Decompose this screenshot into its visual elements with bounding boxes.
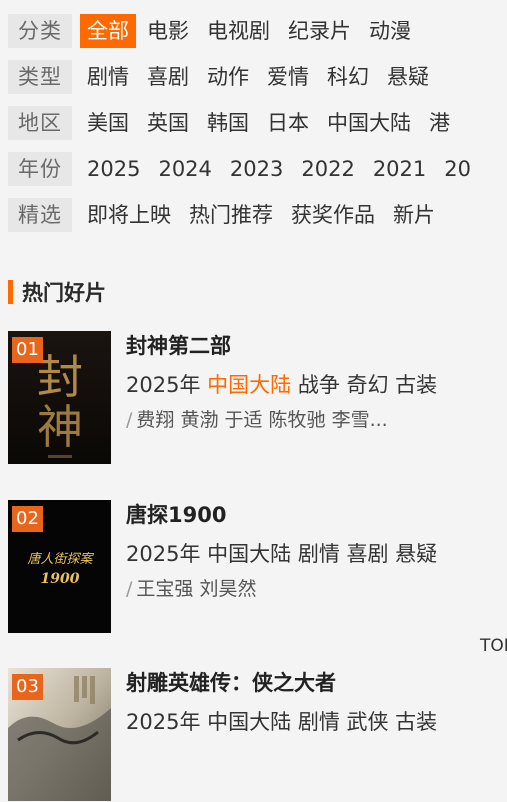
filter-option-mystery[interactable]: 悬疑 — [380, 60, 436, 94]
section-accent-bar — [8, 280, 13, 304]
movie-cast-names: 王宝强 刘昊然 — [136, 578, 257, 600]
movie-region[interactable]: 中国大陆 — [207, 710, 291, 734]
movie-info: 唐探1900 2025年 中国大陆 剧情 喜剧 悬疑 / 王宝强 刘昊然 — [126, 500, 507, 604]
filter-option-movie[interactable]: 电影 — [140, 14, 196, 48]
poster-title-char: 神 — [37, 400, 83, 454]
filter-options: 全部 电影 电视剧 纪录片 动漫 — [80, 14, 422, 48]
back-to-top-link[interactable]: TOP — [480, 636, 507, 656]
movie-meta: 2025年 中国大陆 剧情 喜剧 悬疑 — [126, 536, 507, 572]
movie-item[interactable]: 封 神 01 封神第二部 2025年 中国大陆 战争 奇幻 古装 / 费翔 黄渤 … — [8, 331, 507, 465]
movie-cast: / 费翔 黄渤 于适 陈牧驰 李雪... — [126, 409, 388, 431]
movie-title[interactable]: 封神第二部 — [126, 331, 507, 361]
rank-badge: 02 — [12, 506, 43, 532]
movie-meta: 2025年 中国大陆 战争 奇幻 古装 — [126, 367, 507, 403]
movie-title[interactable]: 唐探1900 — [126, 500, 507, 530]
poster-title-text: 1900 — [41, 571, 80, 587]
filter-option-japan[interactable]: 日本 — [260, 106, 316, 140]
filter-options: 2025 2024 2023 2022 2021 20 — [80, 152, 482, 186]
rank-badge: 01 — [12, 337, 43, 363]
filter-option-2022[interactable]: 2022 — [294, 152, 361, 186]
movie-poster[interactable]: 03 — [8, 668, 111, 801]
filter-options: 即将上映 热门推荐 获奖作品 新片 — [80, 198, 446, 232]
movie-info: 封神第二部 2025年 中国大陆 战争 奇幻 古装 / 费翔 黄渤 于适 陈牧驰 … — [126, 331, 507, 435]
movie-poster[interactable]: 唐人街探案 1900 02 — [8, 500, 111, 633]
filter-option-2020[interactable]: 20 — [437, 152, 478, 186]
movie-item[interactable]: 唐人街探案 1900 02 唐探1900 2025年 中国大陆 剧情 喜剧 悬疑… — [8, 500, 507, 634]
poster-title-text: 唐人街探案 — [27, 551, 94, 567]
movie-item[interactable]: 03 射雕英雄传：侠之大者 2025年 中国大陆 剧情 武侠 古装 — [8, 668, 507, 802]
filter-row-featured: 精选 即将上映 热门推荐 获奖作品 新片 — [0, 196, 507, 242]
filter-option-uk[interactable]: 英国 — [140, 106, 196, 140]
movie-cast: / 王宝强 刘昊然 — [126, 578, 257, 600]
movie-poster[interactable]: 封 神 01 — [8, 331, 111, 464]
section-title: 热门好片 — [22, 281, 106, 305]
poster-title-char: 封 — [37, 350, 83, 404]
movie-year: 2025年 — [126, 373, 201, 397]
filter-option-award-winners[interactable]: 获奖作品 — [284, 198, 382, 232]
section-heading: 热门好片 — [8, 278, 106, 306]
filter-option-tv[interactable]: 电视剧 — [200, 14, 277, 48]
filter-option-romance[interactable]: 爱情 — [260, 60, 316, 94]
filter-option-coming-soon[interactable]: 即将上映 — [80, 198, 178, 232]
filter-row-category: 分类 全部 电影 电视剧 纪录片 动漫 — [0, 12, 507, 58]
rank-badge: 03 — [12, 674, 43, 700]
filter-option-2024[interactable]: 2024 — [151, 152, 218, 186]
filter-options: 剧情 喜剧 动作 爱情 科幻 悬疑 — [80, 60, 440, 94]
filter-option-new-releases[interactable]: 新片 — [386, 198, 442, 232]
filter-option-mainland-china[interactable]: 中国大陆 — [320, 106, 418, 140]
filter-label: 分类 — [8, 14, 72, 48]
filter-option-anime[interactable]: 动漫 — [362, 14, 418, 48]
movie-genres: 剧情 喜剧 悬疑 — [297, 542, 438, 566]
filter-option-2023[interactable]: 2023 — [223, 152, 290, 186]
filter-options: 美国 英国 韩国 日本 中国大陆港 — [80, 106, 461, 140]
filter-row-genre: 类型 剧情 喜剧 动作 爱情 科幻 悬疑 — [0, 58, 507, 104]
filter-option-hongkong[interactable]: 港 — [422, 106, 457, 140]
movie-title[interactable]: 射雕英雄传：侠之大者 — [126, 668, 507, 698]
filter-option-documentary[interactable]: 纪录片 — [281, 14, 358, 48]
movie-genres: 剧情 武侠 古装 — [297, 710, 438, 734]
movie-cast-names: 费翔 黄渤 于适 陈牧驰 李雪... — [136, 409, 388, 431]
filter-option-scifi[interactable]: 科幻 — [320, 60, 376, 94]
movie-region[interactable]: 中国大陆 — [207, 542, 291, 566]
filter-option-drama[interactable]: 剧情 — [80, 60, 136, 94]
filter-panel: 分类 全部 电影 电视剧 纪录片 动漫 类型 剧情 喜剧 动作 爱情 科幻 悬疑 地区 美国 英国韩… — [0, 12, 507, 242]
filter-label: 类型 — [8, 60, 72, 94]
movie-meta: 2025年 中国大陆 剧情 武侠 古装 — [126, 704, 507, 740]
movie-info: 射雕英雄传：侠之大者 2025年 中国大陆 剧情 武侠 古装 — [126, 668, 507, 740]
filter-option-usa[interactable]: 美国 — [80, 106, 136, 140]
filter-option-action[interactable]: 动作 — [200, 60, 256, 94]
filter-label: 地区 — [8, 106, 72, 140]
filter-option-2021[interactable]: 2021 — [366, 152, 433, 186]
movie-year: 2025年 — [126, 542, 201, 566]
movie-year: 2025年 — [126, 710, 201, 734]
movie-region[interactable]: 中国大陆 — [207, 373, 291, 397]
filter-label: 精选 — [8, 198, 72, 232]
filter-option-all[interactable]: 全部 — [80, 14, 136, 48]
filter-option-comedy[interactable]: 喜剧 — [140, 60, 196, 94]
filter-label: 年份 — [8, 152, 72, 186]
filter-option-hot-picks[interactable]: 热门推荐 — [182, 198, 280, 232]
filter-row-region: 地区 美国 英国 韩国 日本 中国大陆港 — [0, 104, 507, 150]
filter-row-year: 年份 2025 2024 2023 2022 2021 20 — [0, 150, 507, 196]
filter-option-korea[interactable]: 韩国 — [200, 106, 256, 140]
movie-genres: 战争 奇幻 古装 — [297, 373, 438, 397]
filter-option-2025[interactable]: 2025 — [80, 152, 147, 186]
